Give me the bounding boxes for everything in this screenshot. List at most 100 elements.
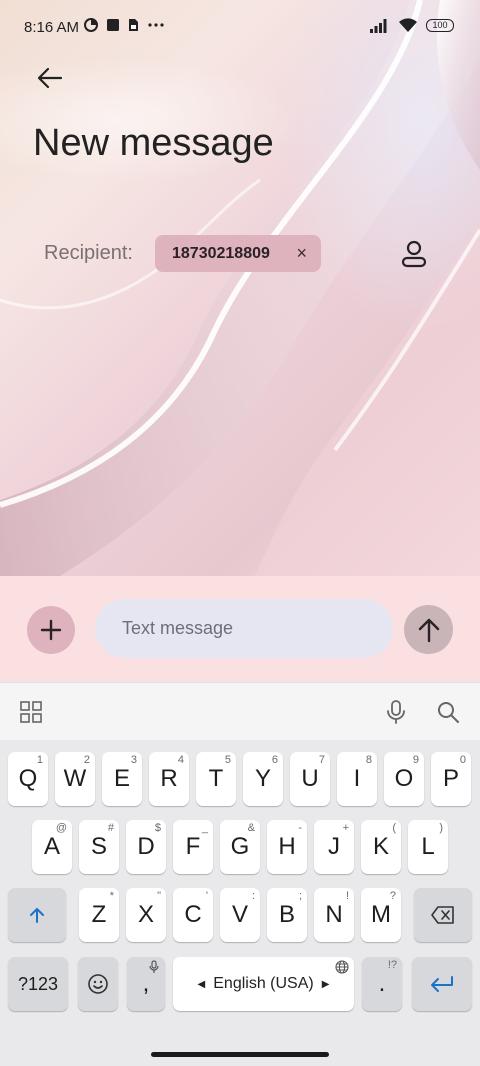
- attach-button[interactable]: [27, 606, 75, 654]
- status-right-icons: 100: [370, 18, 454, 33]
- enter-key[interactable]: [412, 957, 472, 1011]
- key-l[interactable]: ) L: [408, 820, 448, 874]
- chip-remove-button[interactable]: ×: [296, 243, 307, 263]
- key-hint: :: [251, 890, 255, 902]
- key-hint: @: [55, 822, 67, 834]
- keyboard: 1Q 2W 3E 4R 5T 6Y 7U 8I 9O 0P @ A # S $ D _…: [0, 740, 480, 1066]
- key-d[interactable]: $ D: [126, 820, 166, 874]
- key-n[interactable]: ! N: [314, 888, 354, 942]
- key-z[interactable]: * Z: [79, 888, 119, 942]
- keyboard-toolbar: [0, 682, 480, 740]
- space-key-label-wrap: ◀ English (USA) ▶: [198, 975, 330, 993]
- wifi-icon: [399, 18, 417, 32]
- key-hint: *: [109, 890, 114, 902]
- signal-icon: [370, 18, 387, 33]
- key-q[interactable]: 1Q: [8, 752, 48, 806]
- key-hint: ): [439, 822, 443, 834]
- space-language-label: English (USA): [213, 975, 314, 992]
- key-t[interactable]: 5T: [196, 752, 236, 806]
- key-label: C: [184, 901, 202, 928]
- key-hint: 5: [224, 754, 231, 766]
- key-b[interactable]: ; B: [267, 888, 307, 942]
- key-c[interactable]: ' C: [173, 888, 213, 942]
- key-p[interactable]: 0P: [431, 752, 471, 806]
- key-h[interactable]: -H: [267, 820, 307, 874]
- key-label: S: [90, 833, 107, 860]
- period-key[interactable]: !? .: [362, 957, 402, 1011]
- key-x[interactable]: " X: [126, 888, 166, 942]
- shift-key[interactable]: [8, 888, 66, 942]
- key-s[interactable]: # S: [79, 820, 119, 874]
- key-hint: #: [107, 822, 114, 834]
- square-notification-icon: [107, 19, 119, 31]
- back-arrow-icon: [37, 67, 63, 89]
- key-i[interactable]: 8I: [337, 752, 377, 806]
- key-m[interactable]: ? M: [361, 888, 401, 942]
- key-label: U: [301, 765, 319, 792]
- enter-arrow-icon: [431, 976, 453, 992]
- key-label: O: [394, 765, 414, 792]
- recipient-chip-value: 18730218809: [172, 244, 270, 262]
- key-label: I: [353, 765, 361, 792]
- key-f[interactable]: _ F: [173, 820, 213, 874]
- key-hint: 2: [83, 754, 90, 766]
- data-saver-icon: [84, 18, 98, 32]
- apps-grid-icon[interactable]: [20, 701, 42, 723]
- contact-picker-button[interactable]: [394, 234, 434, 274]
- wallpaper-swirl: [0, 0, 480, 576]
- key-hint: 6: [271, 754, 278, 766]
- key-label: A: [43, 833, 60, 860]
- comma-key[interactable]: ,: [127, 957, 165, 1011]
- key-label: D: [137, 833, 155, 860]
- key-label: Q: [18, 765, 38, 792]
- status-left-icons: [84, 18, 165, 32]
- page-title: New message: [33, 122, 274, 164]
- key-u[interactable]: 7U: [290, 752, 330, 806]
- key-g[interactable]: & G: [220, 820, 260, 874]
- symbols-key[interactable]: ?123: [8, 957, 68, 1011]
- key-y[interactable]: 6Y: [243, 752, 283, 806]
- key-v[interactable]: :V: [220, 888, 260, 942]
- key-hint: -: [298, 822, 302, 834]
- key-hint: &: [247, 822, 255, 834]
- arrow-up-icon: [418, 618, 439, 642]
- status-time: 8:16 AM: [24, 19, 80, 36]
- key-hint: !: [345, 890, 349, 902]
- key-a[interactable]: @ A: [32, 820, 72, 874]
- key-label: G: [230, 833, 250, 860]
- key-label: W: [63, 765, 87, 792]
- key-o[interactable]: 9O: [384, 752, 424, 806]
- key-k[interactable]: (K: [361, 820, 401, 874]
- key-label: H: [278, 833, 296, 860]
- key-w[interactable]: 2W: [55, 752, 95, 806]
- back-button[interactable]: [30, 60, 70, 96]
- key-e[interactable]: 3E: [102, 752, 142, 806]
- message-input[interactable]: [95, 599, 393, 658]
- battery-icon: 100: [426, 19, 454, 32]
- key-hint: $: [154, 822, 161, 834]
- recipient-chip[interactable]: 18730218809 ×: [155, 235, 321, 272]
- key-hint: +: [342, 822, 349, 834]
- key-hint: _: [201, 822, 208, 834]
- space-key[interactable]: ◀ English (USA) ▶: [173, 957, 354, 1011]
- key-hint: 4: [177, 754, 184, 766]
- emoji-icon: [88, 974, 108, 994]
- key-hint: (: [392, 822, 396, 834]
- caret-left-icon: ◀: [197, 978, 206, 990]
- key-label: V: [231, 901, 248, 928]
- period-key-label: .: [378, 970, 386, 997]
- key-label: F: [185, 833, 201, 860]
- backspace-key[interactable]: [414, 888, 472, 942]
- key-label: P: [442, 765, 459, 792]
- key-label: M: [371, 901, 391, 928]
- search-icon[interactable]: [436, 700, 460, 724]
- microphone-icon[interactable]: [386, 699, 406, 725]
- key-hint: ?: [389, 890, 396, 902]
- emoji-key[interactable]: [78, 957, 118, 1011]
- gesture-nav-bar[interactable]: [151, 1052, 329, 1057]
- key-label: B: [278, 901, 295, 928]
- key-r[interactable]: 4R: [149, 752, 189, 806]
- key-j[interactable]: + J: [314, 820, 354, 874]
- send-button[interactable]: [404, 605, 453, 654]
- key-label: Z: [91, 901, 107, 928]
